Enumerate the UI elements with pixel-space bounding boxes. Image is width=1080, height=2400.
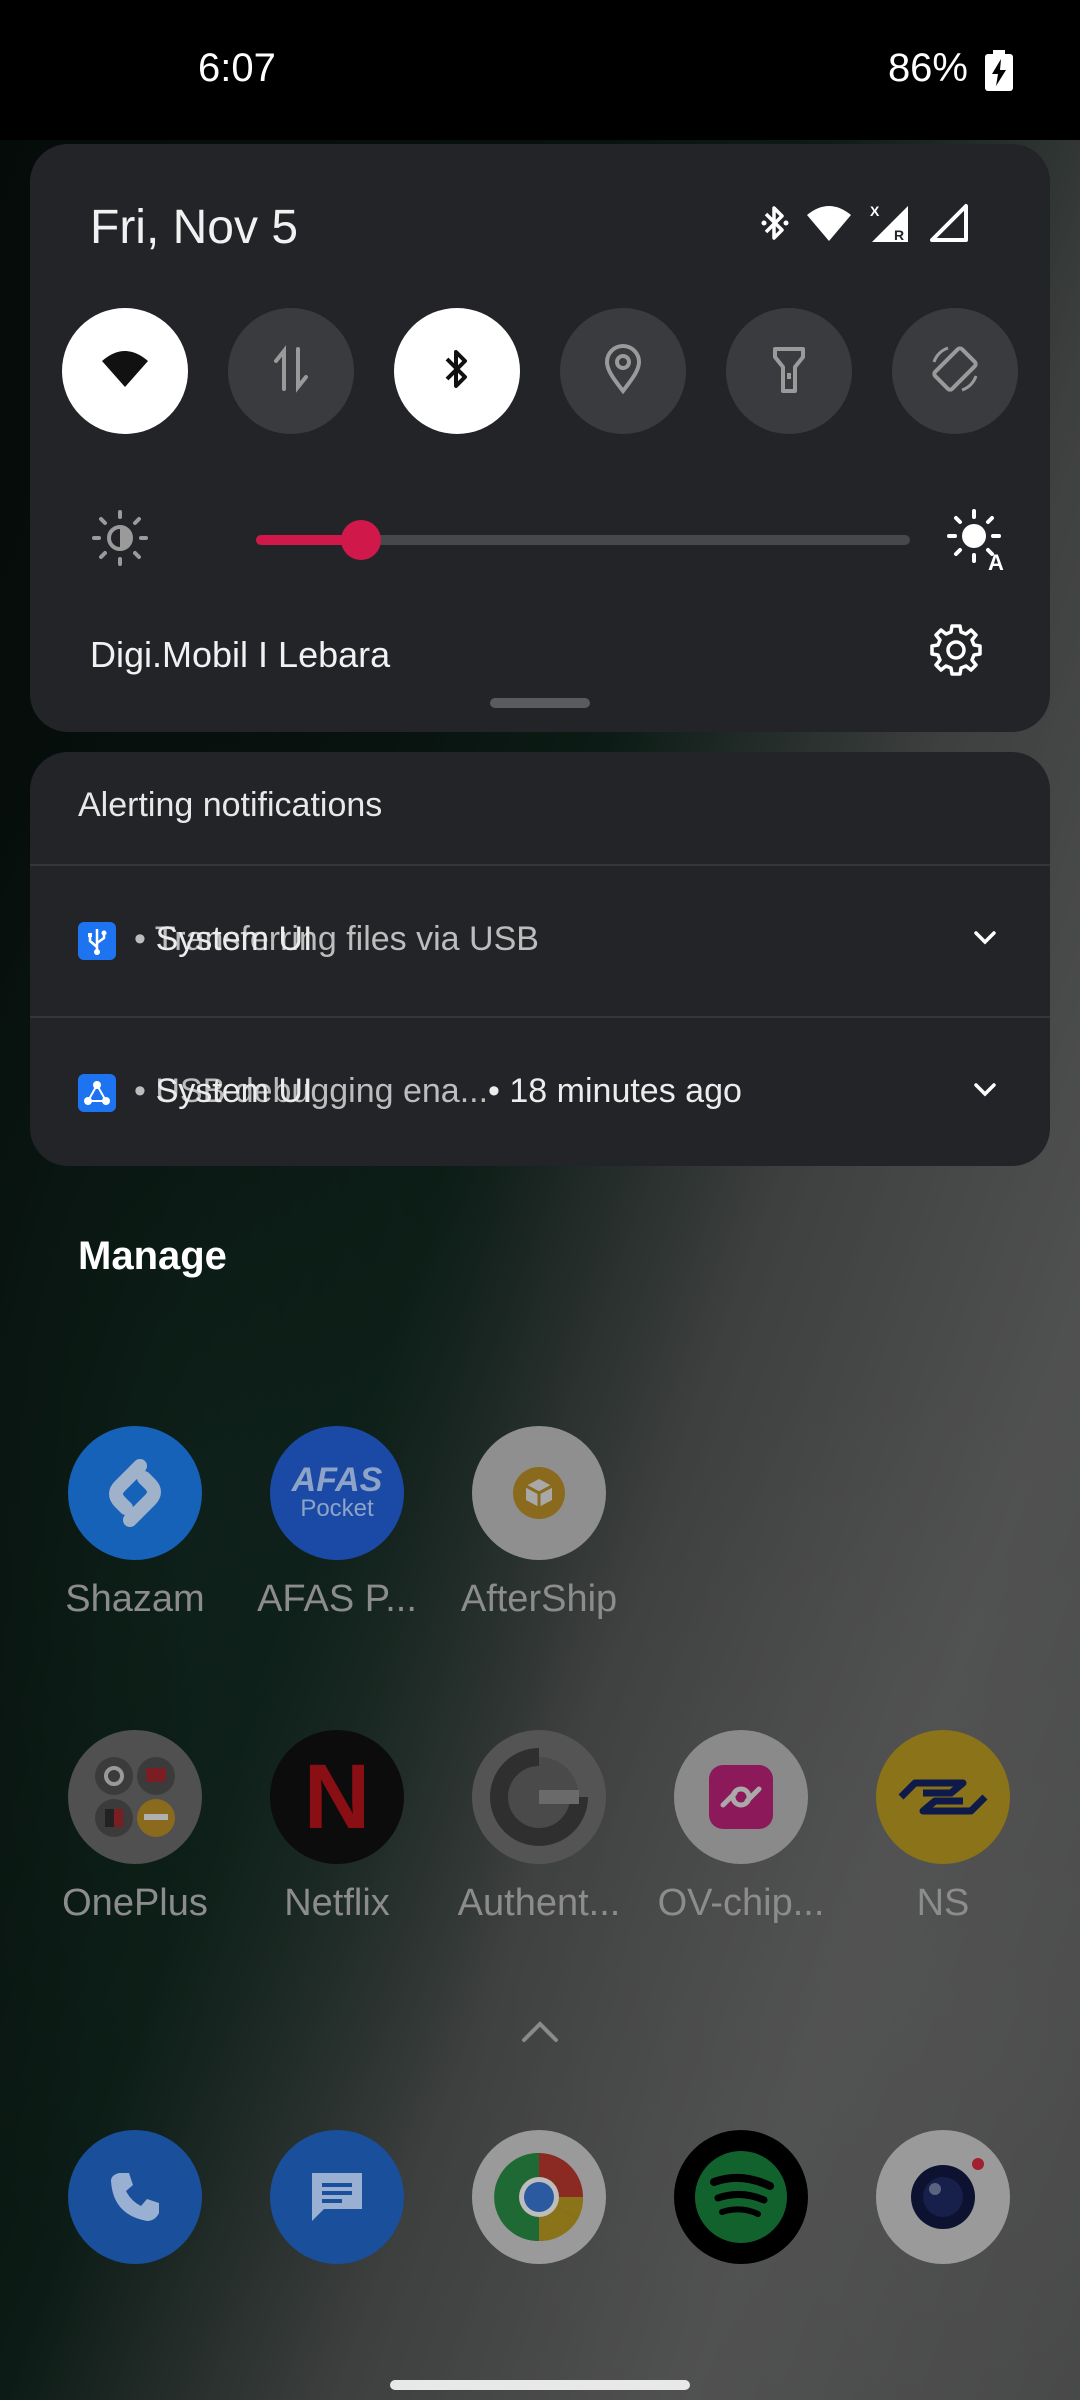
notification-app-name: System UI	[155, 1072, 313, 1110]
battery-percentage: 86%	[887, 46, 968, 90]
quick-settings-panel: Fri, Nov 5 XR A Digi.Mobil I Lebara	[30, 144, 1050, 732]
usb-icon	[78, 922, 116, 960]
tile-location[interactable]	[560, 308, 686, 434]
tile-bluetooth[interactable]	[394, 308, 520, 434]
location-icon	[603, 343, 643, 399]
notification-text: System UI • USB debugging ena... • 18 mi…	[134, 1072, 742, 1111]
app-label: NS	[916, 1882, 970, 1924]
flashlight-icon	[771, 343, 807, 400]
pocket-icon-text: Pocket	[300, 1495, 374, 1522]
app-label: AfterShip	[460, 1578, 618, 1620]
auto-brightness-icon[interactable]: A	[946, 508, 1010, 575]
notification-time: • 18 minutes ago	[488, 1072, 742, 1110]
app-ov-chipkaart[interactable]: OV-chip...	[641, 1730, 841, 1925]
qs-date[interactable]: Fri, Nov 5	[90, 200, 298, 255]
carrier-name: Digi.Mobil I Lebara	[90, 634, 391, 675]
brightness-slider[interactable]	[256, 520, 910, 560]
usb-debugging-icon	[78, 1074, 116, 1112]
dock-spotify[interactable]	[641, 2130, 841, 2264]
dock-chrome[interactable]	[439, 2130, 639, 2264]
status-bar: 6:07 86%	[0, 0, 1080, 140]
tile-mobile-data[interactable]	[228, 308, 354, 434]
app-shazam[interactable]: Shazam	[35, 1426, 235, 1621]
app-aftership[interactable]: AfterShip	[439, 1426, 639, 1621]
app-label: OV-chip...	[657, 1882, 825, 1924]
svg-text:R: R	[894, 227, 904, 243]
expand-chevron-icon[interactable]	[972, 1078, 998, 1105]
mobile-signal-roaming-icon: XR	[868, 202, 912, 249]
qs-drag-handle[interactable]	[490, 698, 590, 708]
aftership-icon	[472, 1426, 606, 1560]
app-label: Netflix	[284, 1882, 390, 1924]
app-drawer-up-arrow-icon[interactable]	[518, 2016, 562, 2051]
settings-gear-icon[interactable]	[928, 622, 984, 683]
battery-charging-icon	[984, 50, 1014, 97]
gesture-navigation-bar[interactable]	[390, 2380, 690, 2390]
shazam-icon	[68, 1426, 202, 1560]
ov-chipkaart-icon	[674, 1730, 808, 1864]
dock-phone[interactable]	[35, 2130, 235, 2264]
bluetooth-status-icon	[760, 203, 790, 248]
app-afas-pocket[interactable]: AFAS Pocket AFAS P...	[237, 1426, 437, 1621]
dock-messages[interactable]	[237, 2130, 437, 2264]
spotify-icon	[674, 2130, 808, 2264]
tile-flashlight[interactable]	[726, 308, 852, 434]
tile-auto-rotate[interactable]	[892, 308, 1018, 434]
ns-icon	[876, 1730, 1010, 1864]
notifications-section-header: Alerting notifications	[78, 786, 383, 824]
notification-text: System UI • Transferring files via USB	[134, 920, 539, 959]
oneplus-folder-icon	[68, 1730, 202, 1864]
camera-icon	[876, 2130, 1010, 2264]
svg-text:A: A	[988, 550, 1004, 570]
dock-camera[interactable]	[843, 2130, 1043, 2264]
phone-icon	[68, 2130, 202, 2264]
app-netflix[interactable]: N Netflix	[237, 1730, 437, 1925]
app-label: Shazam	[65, 1578, 205, 1620]
app-label: OnePlus	[62, 1882, 208, 1924]
qs-tiles	[62, 308, 1022, 436]
app-oneplus-folder[interactable]: OnePlus	[35, 1730, 235, 1925]
qs-status-icons: XR	[760, 202, 970, 249]
messages-icon	[270, 2130, 404, 2264]
afas-icon-text: AFAS	[291, 1461, 383, 1499]
netflix-icon: N	[270, 1730, 404, 1864]
app-authenticator[interactable]: Authent...	[439, 1730, 639, 1925]
app-ns[interactable]: NS	[843, 1730, 1043, 1925]
app-label: AFAS P...	[257, 1578, 417, 1620]
svg-text:X: X	[870, 203, 880, 219]
netflix-icon-letter: N	[303, 1745, 371, 1848]
expand-chevron-icon[interactable]	[972, 926, 998, 953]
notifications-panel: Alerting notifications System UI • Trans…	[30, 752, 1050, 1166]
notification-row[interactable]: System UI • USB debugging ena... • 18 mi…	[30, 1018, 1050, 1166]
afas-pocket-icon: AFAS Pocket	[270, 1426, 404, 1560]
notification-row[interactable]: System UI • Transferring files via USB	[30, 866, 1050, 1016]
notification-app-name: System UI	[155, 920, 313, 958]
mobile-data-icon	[271, 344, 311, 398]
tile-wifi[interactable]	[62, 308, 188, 434]
clock: 6:07	[198, 46, 276, 90]
wifi-icon	[100, 349, 150, 394]
wifi-status-icon	[806, 203, 852, 248]
brightness-slider-thumb[interactable]	[341, 520, 381, 560]
authenticator-icon	[472, 1730, 606, 1864]
auto-rotate-icon	[928, 342, 982, 401]
bluetooth-icon	[440, 346, 474, 397]
manage-notifications-button[interactable]: Manage	[78, 1234, 227, 1279]
app-label: Authent...	[457, 1882, 621, 1924]
brightness-control: A	[90, 508, 1010, 575]
chrome-icon	[472, 2130, 606, 2264]
mobile-signal-icon	[928, 202, 970, 249]
brightness-low-icon	[90, 508, 150, 573]
